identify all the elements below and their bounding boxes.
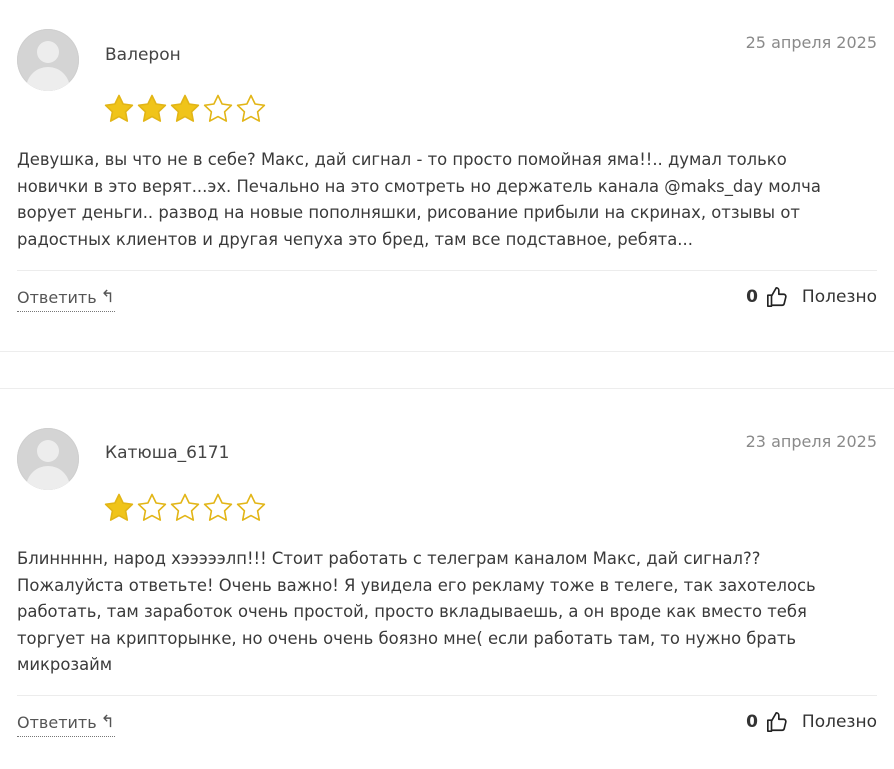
divider	[17, 270, 877, 271]
star-filled-icon	[104, 94, 134, 122]
star-empty-icon	[170, 493, 200, 521]
review-author: Валерон	[105, 45, 181, 65]
review-card: Валерон 25 апреля 2025 Девушка, вы что н…	[0, 0, 894, 352]
star-empty-icon	[137, 493, 167, 521]
star-empty-icon	[236, 493, 266, 521]
reply-arrow-icon: ↰	[100, 287, 115, 307]
like-count: 0	[746, 287, 758, 307]
review-text-line: Девушка, вы что не в себе? Макс, дай сиг…	[17, 150, 787, 169]
star-empty-icon	[203, 94, 233, 122]
review-text-line: Блиннннн, народ хэээээлп!!! Стоит работа…	[17, 549, 761, 568]
reply-button[interactable]: Ответить ↰	[17, 288, 115, 312]
useful-block: 0 Полезно	[746, 711, 877, 733]
avatar-head-icon	[37, 440, 59, 462]
review-author: Катюша_6171	[105, 443, 230, 463]
review-text-line: торгует на крипторынке, но очень очень б…	[17, 628, 797, 648]
useful-block: 0 Полезно	[746, 286, 877, 308]
review-text: Блиннннн, народ хэээээлп!!! Стоит работа…	[17, 546, 877, 679]
reply-label: Ответить	[17, 288, 97, 307]
avatar-body-icon	[26, 466, 70, 490]
avatar-head-icon	[37, 41, 59, 63]
star-filled-icon	[137, 94, 167, 122]
review-text-line: ворует деньги.. развод на новые пополняш…	[17, 203, 800, 222]
thumbs-up-icon[interactable]	[766, 711, 788, 733]
review-card: Катюша_6171 23 апреля 2025 Блиннннн, нар…	[0, 389, 894, 769]
rating-stars	[103, 492, 267, 524]
star-filled-icon	[104, 493, 134, 521]
like-count: 0	[746, 712, 758, 732]
review-text-line: радостных клиентов и другая чепуха это б…	[17, 229, 693, 249]
reply-button[interactable]: Ответить ↰	[17, 713, 115, 737]
star-empty-icon	[203, 493, 233, 521]
review-text-line: новички в это верят...эх. Печально на эт…	[17, 176, 821, 196]
reply-label: Ответить	[17, 713, 97, 732]
star-filled-icon	[170, 94, 200, 122]
divider	[17, 695, 877, 696]
review-text-line: микрозайм	[17, 655, 113, 674]
avatar	[17, 29, 79, 91]
useful-button[interactable]: Полезно	[802, 712, 877, 732]
reply-arrow-icon: ↰	[100, 712, 115, 732]
avatar-body-icon	[26, 67, 70, 91]
star-empty-icon	[236, 94, 266, 122]
thumbs-up-icon[interactable]	[766, 286, 788, 308]
rating-stars	[103, 93, 267, 125]
review-text-line: Пожалуйста ответьте! Очень важно! Я увид…	[17, 575, 816, 595]
review-text: Девушка, вы что не в себе? Макс, дай сиг…	[17, 147, 877, 253]
review-text-line: работать, там заработок очень простой, п…	[17, 602, 807, 621]
useful-button[interactable]: Полезно	[802, 287, 877, 307]
review-date: 25 апреля 2025	[745, 33, 877, 52]
review-date: 23 апреля 2025	[745, 432, 877, 451]
section-separator	[0, 351, 894, 352]
avatar	[17, 428, 79, 490]
